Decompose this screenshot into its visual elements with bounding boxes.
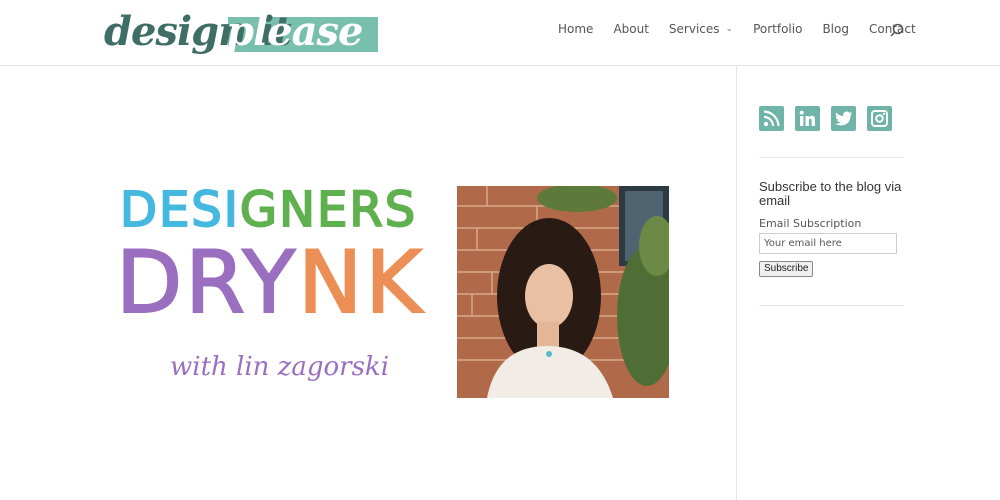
site-logo[interactable]: design it please <box>104 8 378 60</box>
logo-text-please: please <box>226 8 363 55</box>
nav-about[interactable]: About <box>613 22 648 36</box>
instagram-icon[interactable] <box>867 106 892 131</box>
drink-part-3: NK <box>297 233 425 333</box>
nav-home-label: Home <box>558 22 594 36</box>
nav-about-label: About <box>613 22 649 36</box>
nav-services-label: Services <box>668 22 720 36</box>
designers-part-2: GN <box>239 182 318 238</box>
designers-heading: DESIGNERS <box>119 182 418 238</box>
nav-blog[interactable]: Blog <box>822 22 849 36</box>
featured-image[interactable]: DESIGNERS DRYNK with lin zagorski <box>108 168 678 408</box>
social-icons <box>759 106 903 131</box>
sidebar-divider-vertical <box>736 66 737 500</box>
nav-services[interactable]: Services ⌄ <box>669 22 733 36</box>
subscribe-button[interactable]: Subscribe <box>759 261 814 277</box>
designers-part-3: ERS <box>316 182 418 238</box>
email-field[interactable] <box>759 233 897 254</box>
nav-home[interactable]: Home <box>558 22 593 36</box>
search-icon[interactable] <box>890 23 904 37</box>
rss-icon[interactable] <box>759 106 784 131</box>
main-nav: Home About Services ⌄ Portfolio Blog Cont… <box>558 22 936 36</box>
sidebar-divider <box>759 157 904 158</box>
chevron-down-icon: ⌄ <box>725 24 734 34</box>
drink-heading: DRYNK <box>115 237 425 329</box>
designers-part-1: DESI <box>119 182 240 238</box>
nav-portfolio[interactable]: Portfolio <box>753 22 802 36</box>
nav-portfolio-label: Portfolio <box>753 22 803 36</box>
twitter-icon[interactable] <box>831 106 856 131</box>
nav-blog-label: Blog <box>822 22 849 36</box>
sidebar-divider <box>759 305 904 306</box>
linkedin-icon[interactable] <box>795 106 820 131</box>
drink-part-2: Y <box>241 233 299 333</box>
site-header: design it please Home About Services ⌄ Po… <box>0 0 1000 66</box>
subscribe-title: Subscribe to the blog via email <box>759 179 902 208</box>
host-photo <box>457 186 669 398</box>
drink-part-1: DR <box>115 233 243 333</box>
email-subscription-label: Email Subscription <box>759 217 862 230</box>
host-subtitle: with lin zagorski <box>170 352 390 382</box>
